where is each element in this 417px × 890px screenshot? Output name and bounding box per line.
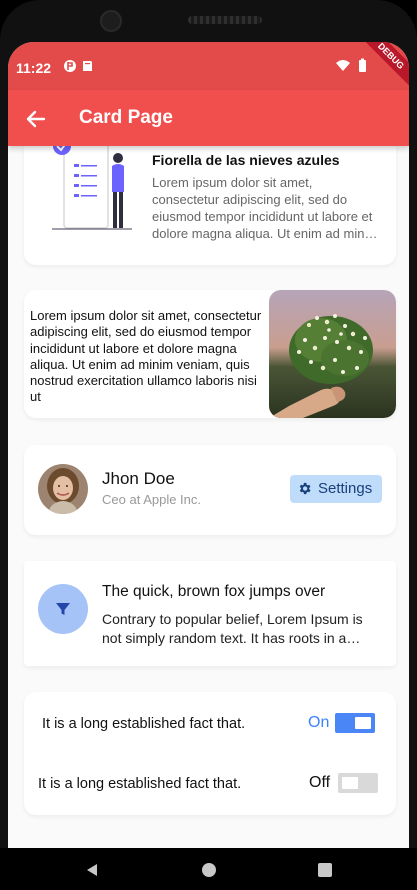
status-time: 11:22 xyxy=(16,60,52,76)
card-body-text: Contrary to popular belief, Lorem Ipsum … xyxy=(102,611,363,646)
earpiece-speaker xyxy=(188,16,262,24)
toggle-state-label: Off xyxy=(309,774,331,791)
checklist-illustration xyxy=(48,127,136,246)
card-list[interactable]: Fiorella de las nieves azules Lorem ipsu… xyxy=(8,127,409,848)
nav-home-icon[interactable] xyxy=(202,863,216,877)
system-nav-bar xyxy=(0,848,417,890)
screen: 11:22 DEBUG Card Page Fiorella de las ni… xyxy=(8,42,409,848)
nav-back-icon[interactable] xyxy=(84,862,100,878)
status-indicators xyxy=(335,58,375,77)
front-camera xyxy=(100,10,122,32)
settings-button[interactable]: Settings xyxy=(290,475,382,503)
notification-app-icon xyxy=(64,60,92,72)
filter-icon xyxy=(38,584,88,634)
card-body-text: Lorem ipsum dolor sit amet, consectetur … xyxy=(30,308,262,405)
toggle-switch-off[interactable] xyxy=(338,773,378,793)
avatar xyxy=(38,464,88,514)
phone-frame: 11:22 DEBUG Card Page Fiorella de las ni… xyxy=(0,0,417,890)
profile-role: Ceo at Apple Inc. xyxy=(102,492,202,507)
toggle-row-label: It is a long established fact that. xyxy=(38,776,242,792)
toggle-row-label: It is a long established fact that. xyxy=(42,716,246,732)
notification-icons xyxy=(64,59,98,76)
flower-bouquet-photo xyxy=(269,290,396,418)
toggle-knob xyxy=(342,777,358,789)
toggle-knob xyxy=(355,717,371,729)
profile-name: Jhon Doe xyxy=(102,469,175,488)
gear-icon xyxy=(299,482,311,495)
text-photo-card: Lorem ipsum dolor sit amet, consectetur … xyxy=(24,290,396,418)
card-title: The quick, brown fox jumps over xyxy=(102,583,326,600)
settings-button-label: Settings xyxy=(318,480,373,497)
toggle-switch-on[interactable] xyxy=(335,713,375,733)
info-card: The quick, brown fox jumps over Contrary… xyxy=(24,561,396,666)
image-text-card: Fiorella de las nieves azules Lorem ipsu… xyxy=(24,127,396,265)
toggle-state-label: On xyxy=(308,714,330,731)
card-body-text: Lorem ipsum dolor sit amet, consectetur … xyxy=(152,175,379,241)
page-title: Card Page xyxy=(79,107,173,128)
profile-card: Jhon Doe Ceo at Apple Inc. Settings xyxy=(24,445,396,535)
arrow-left-icon[interactable] xyxy=(22,105,50,133)
wifi-battery-icon xyxy=(336,58,366,72)
status-bar: 11:22 DEBUG xyxy=(8,42,409,90)
card-title: Fiorella de las nieves azules xyxy=(152,152,340,168)
app-bar: Card Page xyxy=(8,90,409,146)
toggle-card: It is a long established fact that. On I… xyxy=(24,692,396,815)
nav-recents-icon[interactable] xyxy=(318,863,332,877)
